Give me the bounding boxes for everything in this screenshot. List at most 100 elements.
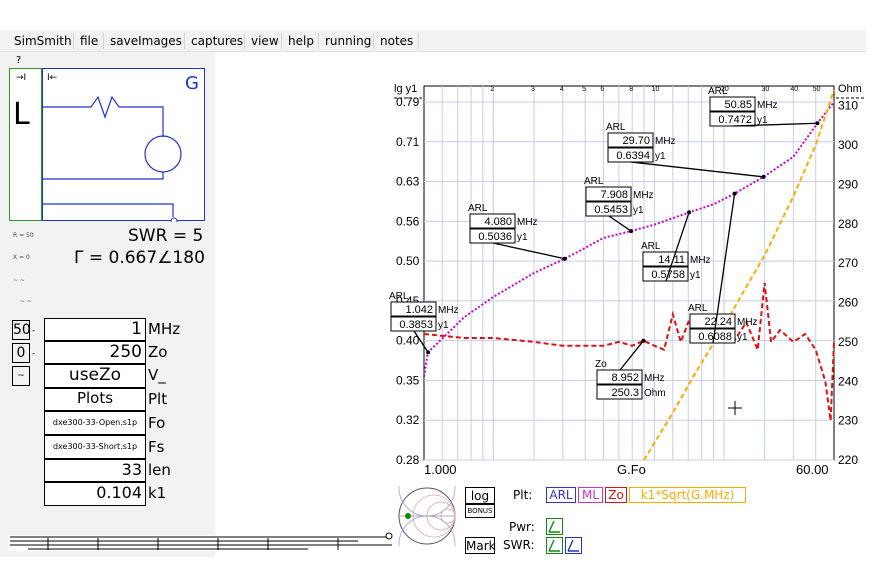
y-right-tick-label: 310 <box>838 99 858 113</box>
marker-unit: y1 <box>633 205 644 216</box>
marker-freq-unit: MHz <box>655 136 676 147</box>
side-box-0[interactable]: 0 <box>12 343 30 363</box>
menu-help[interactable]: help <box>288 34 314 48</box>
smith-chart-icon[interactable] <box>397 486 457 546</box>
pwr-graph-icon[interactable] <box>546 518 564 536</box>
top-tick-label: 8 <box>629 86 633 93</box>
legend-k1-sqrt[interactable]: k1*Sqrt(G.MHz) <box>629 487 746 503</box>
marker-point <box>562 256 567 261</box>
mark-button[interactable]: Mark <box>465 537 496 554</box>
marker-value: 0.5036 <box>478 231 512 243</box>
menu-separator <box>184 33 185 49</box>
y-left-tick-label: 0.40 <box>396 334 420 348</box>
small-label: ~ ~ <box>20 298 32 305</box>
marker-point <box>426 350 431 355</box>
marker-title: Zo <box>595 359 607 370</box>
fs-file-field[interactable]: dxe300-33-Short.s1p <box>44 435 146 459</box>
top-tick-label: 4 <box>560 86 564 93</box>
len-field[interactable]: 33 <box>44 459 146 482</box>
legend-arl[interactable]: ARL <box>546 487 576 503</box>
marker-unit: y1 <box>517 232 528 243</box>
gamma-readout: Γ = 0.667∠180 <box>74 248 205 268</box>
y-right-tick-label: 260 <box>838 296 858 310</box>
marker-freq-unit: MHz <box>438 305 459 316</box>
v-select[interactable]: useZo <box>44 364 146 388</box>
r-label: R = 50 <box>13 232 34 239</box>
y-right-tick-label: 250 <box>838 335 858 349</box>
top-tick-label: 40 <box>790 86 798 93</box>
top-tick-label: 5 <box>582 86 586 93</box>
marker-value: 0.5453 <box>594 204 628 216</box>
side-box-50[interactable]: 50 <box>12 320 31 340</box>
y-left-tick-label: 0.56 <box>396 214 420 228</box>
marker-unit: y1 <box>438 320 449 331</box>
marker-unit: Ohm <box>644 388 666 399</box>
v-label: V_ <box>148 366 166 384</box>
menu-running[interactable]: running <box>325 34 371 48</box>
menu-separator <box>318 33 319 49</box>
menu-separator <box>418 33 419 49</box>
top-tick-label: 2 <box>490 86 494 93</box>
marker-freq: 4.080 <box>484 216 512 228</box>
plt-label: Plt <box>148 390 168 408</box>
marker-unit: y1 <box>737 332 748 343</box>
marker-freq: 8.952 <box>611 372 639 384</box>
marker-point <box>815 121 820 126</box>
bonus-button[interactable]: BONUS <box>465 504 495 518</box>
marker-title: ARL <box>606 122 626 133</box>
menu-separator <box>373 33 374 49</box>
plt-legend-label: Plt: <box>513 488 533 502</box>
y-left-tick-label: 0.79 <box>396 95 420 109</box>
marker-title: ARL <box>708 86 728 97</box>
swr-graph-icon[interactable] <box>546 537 564 555</box>
menu-file[interactable]: file <box>80 34 98 48</box>
marker-freq-unit: MHz <box>690 255 711 266</box>
legend-zo[interactable]: Zo <box>605 487 627 503</box>
marker-freq-unit: MHz <box>517 217 538 228</box>
swr-alt-graph-icon[interactable] <box>565 537 583 555</box>
legend-ml[interactable]: ML <box>578 487 603 503</box>
y-right-tick-label: 300 <box>838 138 858 152</box>
menu-captures[interactable]: captures <box>191 34 243 48</box>
marker-freq: 22.24 <box>704 316 732 328</box>
y-right-label: Ohm <box>838 83 862 95</box>
tick-mark: - <box>32 349 36 359</box>
help-mark[interactable]: ? <box>16 55 21 66</box>
side-box-wave[interactable]: ~ <box>12 366 30 386</box>
zo-label: Zo <box>148 343 168 361</box>
zo-field[interactable]: 250 <box>44 341 146 364</box>
y-right-tick-label: 240 <box>838 374 858 388</box>
menu-saveimages[interactable]: saveImages <box>110 34 182 48</box>
marker-freq: 7.908 <box>600 189 628 201</box>
marker-freq-unit: MHz <box>633 190 654 201</box>
freq-label: MHz <box>148 320 181 338</box>
generator-block[interactable]: I← G <box>42 68 205 222</box>
load-block[interactable]: →I L <box>9 68 42 221</box>
marker-title: ARL <box>584 176 604 187</box>
menu-notes[interactable]: notes <box>380 34 413 48</box>
x-tick-label-max: 60.00 <box>796 462 829 477</box>
top-tick-label: 10 <box>652 86 660 93</box>
marker-point <box>629 229 634 234</box>
marker-value: 250.3 <box>611 387 639 399</box>
x-axis-label: G.Fo <box>617 462 646 477</box>
marker-freq: 1.042 <box>405 304 433 316</box>
y-left-label: lg y1 <box>394 83 417 95</box>
x-tick-label-min: 1.000 <box>424 462 457 477</box>
plot-area[interactable]: 2 3 4 5 6 8 10 20 30 40 50 lg y1 Ohm 0.79 0.71 0.63 0.56… <box>386 80 866 480</box>
x-label: X = 0 <box>13 254 30 261</box>
fo-label: Fo <box>148 414 166 432</box>
menu-bar: SimSmith file saveImages captures view h… <box>0 30 866 52</box>
menu-simsmith[interactable]: SimSmith <box>14 34 72 48</box>
swr-label: SWR: <box>503 538 535 552</box>
fo-file-field[interactable]: dxe300-33-Open.s1p <box>44 411 146 435</box>
plots-button[interactable]: Plots <box>44 388 146 411</box>
marker-unit: y1 <box>655 151 666 162</box>
k1-field[interactable]: 0.104 <box>44 482 146 506</box>
menu-view[interactable]: view <box>251 34 279 48</box>
k1-label: k1 <box>148 484 167 502</box>
swr-readout: SWR = 5 <box>128 226 204 246</box>
freq-field[interactable]: 1 <box>44 318 146 341</box>
marker-value: 0.6394 <box>616 150 650 162</box>
log-button[interactable]: log <box>465 487 495 504</box>
